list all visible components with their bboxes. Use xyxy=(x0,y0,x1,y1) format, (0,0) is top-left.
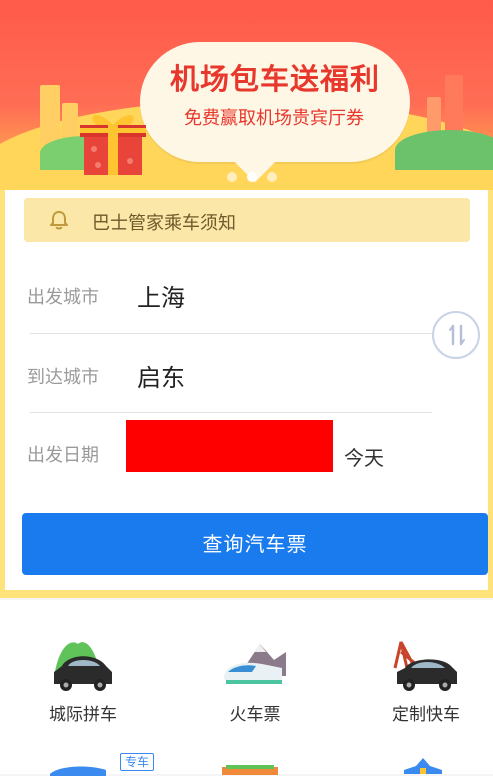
carousel-dot[interactable] xyxy=(267,172,277,182)
services-grid: 城际拼车 火车票 定制快车 xyxy=(0,600,493,776)
departure-city-value[interactable]: 上海 xyxy=(137,278,185,313)
hill-decoration xyxy=(395,130,493,170)
service-intercity-carpool[interactable]: 城际拼车 xyxy=(18,638,148,725)
notice-bar[interactable]: 巴士管家乘车须知 xyxy=(24,198,470,242)
promo-banner[interactable]: 机场包车送福利 免费赢取机场贵宾厅券 xyxy=(0,0,493,190)
notice-label: 巴士管家乘车须知 xyxy=(92,213,236,234)
service-train-tickets[interactable]: 火车票 xyxy=(190,638,320,725)
departure-date-value-redacted[interactable] xyxy=(126,420,333,472)
swap-cities-button[interactable] xyxy=(432,311,480,359)
carousel-dot-active[interactable] xyxy=(247,172,257,182)
carousel-dot[interactable] xyxy=(227,172,237,182)
search-bus-tickets-button[interactable]: 查询汽车票 xyxy=(22,513,488,575)
train-icon xyxy=(224,644,286,684)
gift-box-icon xyxy=(80,115,146,175)
arrival-city-value[interactable]: 启东 xyxy=(137,358,185,393)
service-label: 火车票 xyxy=(229,705,281,725)
divider xyxy=(30,333,432,334)
banner-title: 机场包车送福利 xyxy=(169,64,380,96)
carousel-indicator xyxy=(222,172,282,182)
swap-icon xyxy=(449,324,465,346)
search-card-frame: 巴士管家乘车须知 出发城市 上海 到达城市 启东 出发日期 今天 查询汽车票 xyxy=(0,190,493,598)
special-car-badge: 专车 xyxy=(120,753,155,771)
bell-icon xyxy=(50,211,68,230)
custom-express-car-icon xyxy=(393,641,457,691)
service-label: 定制快车 xyxy=(392,705,460,725)
divider xyxy=(30,412,432,413)
building-decoration xyxy=(40,85,60,145)
departure-date-label: 出发日期 xyxy=(27,445,99,466)
intercity-carpool-icon xyxy=(54,642,112,691)
date-today-label: 今天 xyxy=(344,446,384,470)
service-label: 城际拼车 xyxy=(49,705,117,725)
departure-city-label: 出发城市 xyxy=(27,287,99,308)
banner-subtitle: 免费赢取机场贵宾厅券 xyxy=(184,108,364,129)
service-custom-express[interactable]: 定制快车 xyxy=(361,638,491,725)
arrival-city-label: 到达城市 xyxy=(27,367,99,388)
search-card: 巴士管家乘车须知 出发城市 上海 到达城市 启东 出发日期 今天 查询汽车票 xyxy=(5,190,488,590)
tourism-icon[interactable] xyxy=(398,758,448,774)
